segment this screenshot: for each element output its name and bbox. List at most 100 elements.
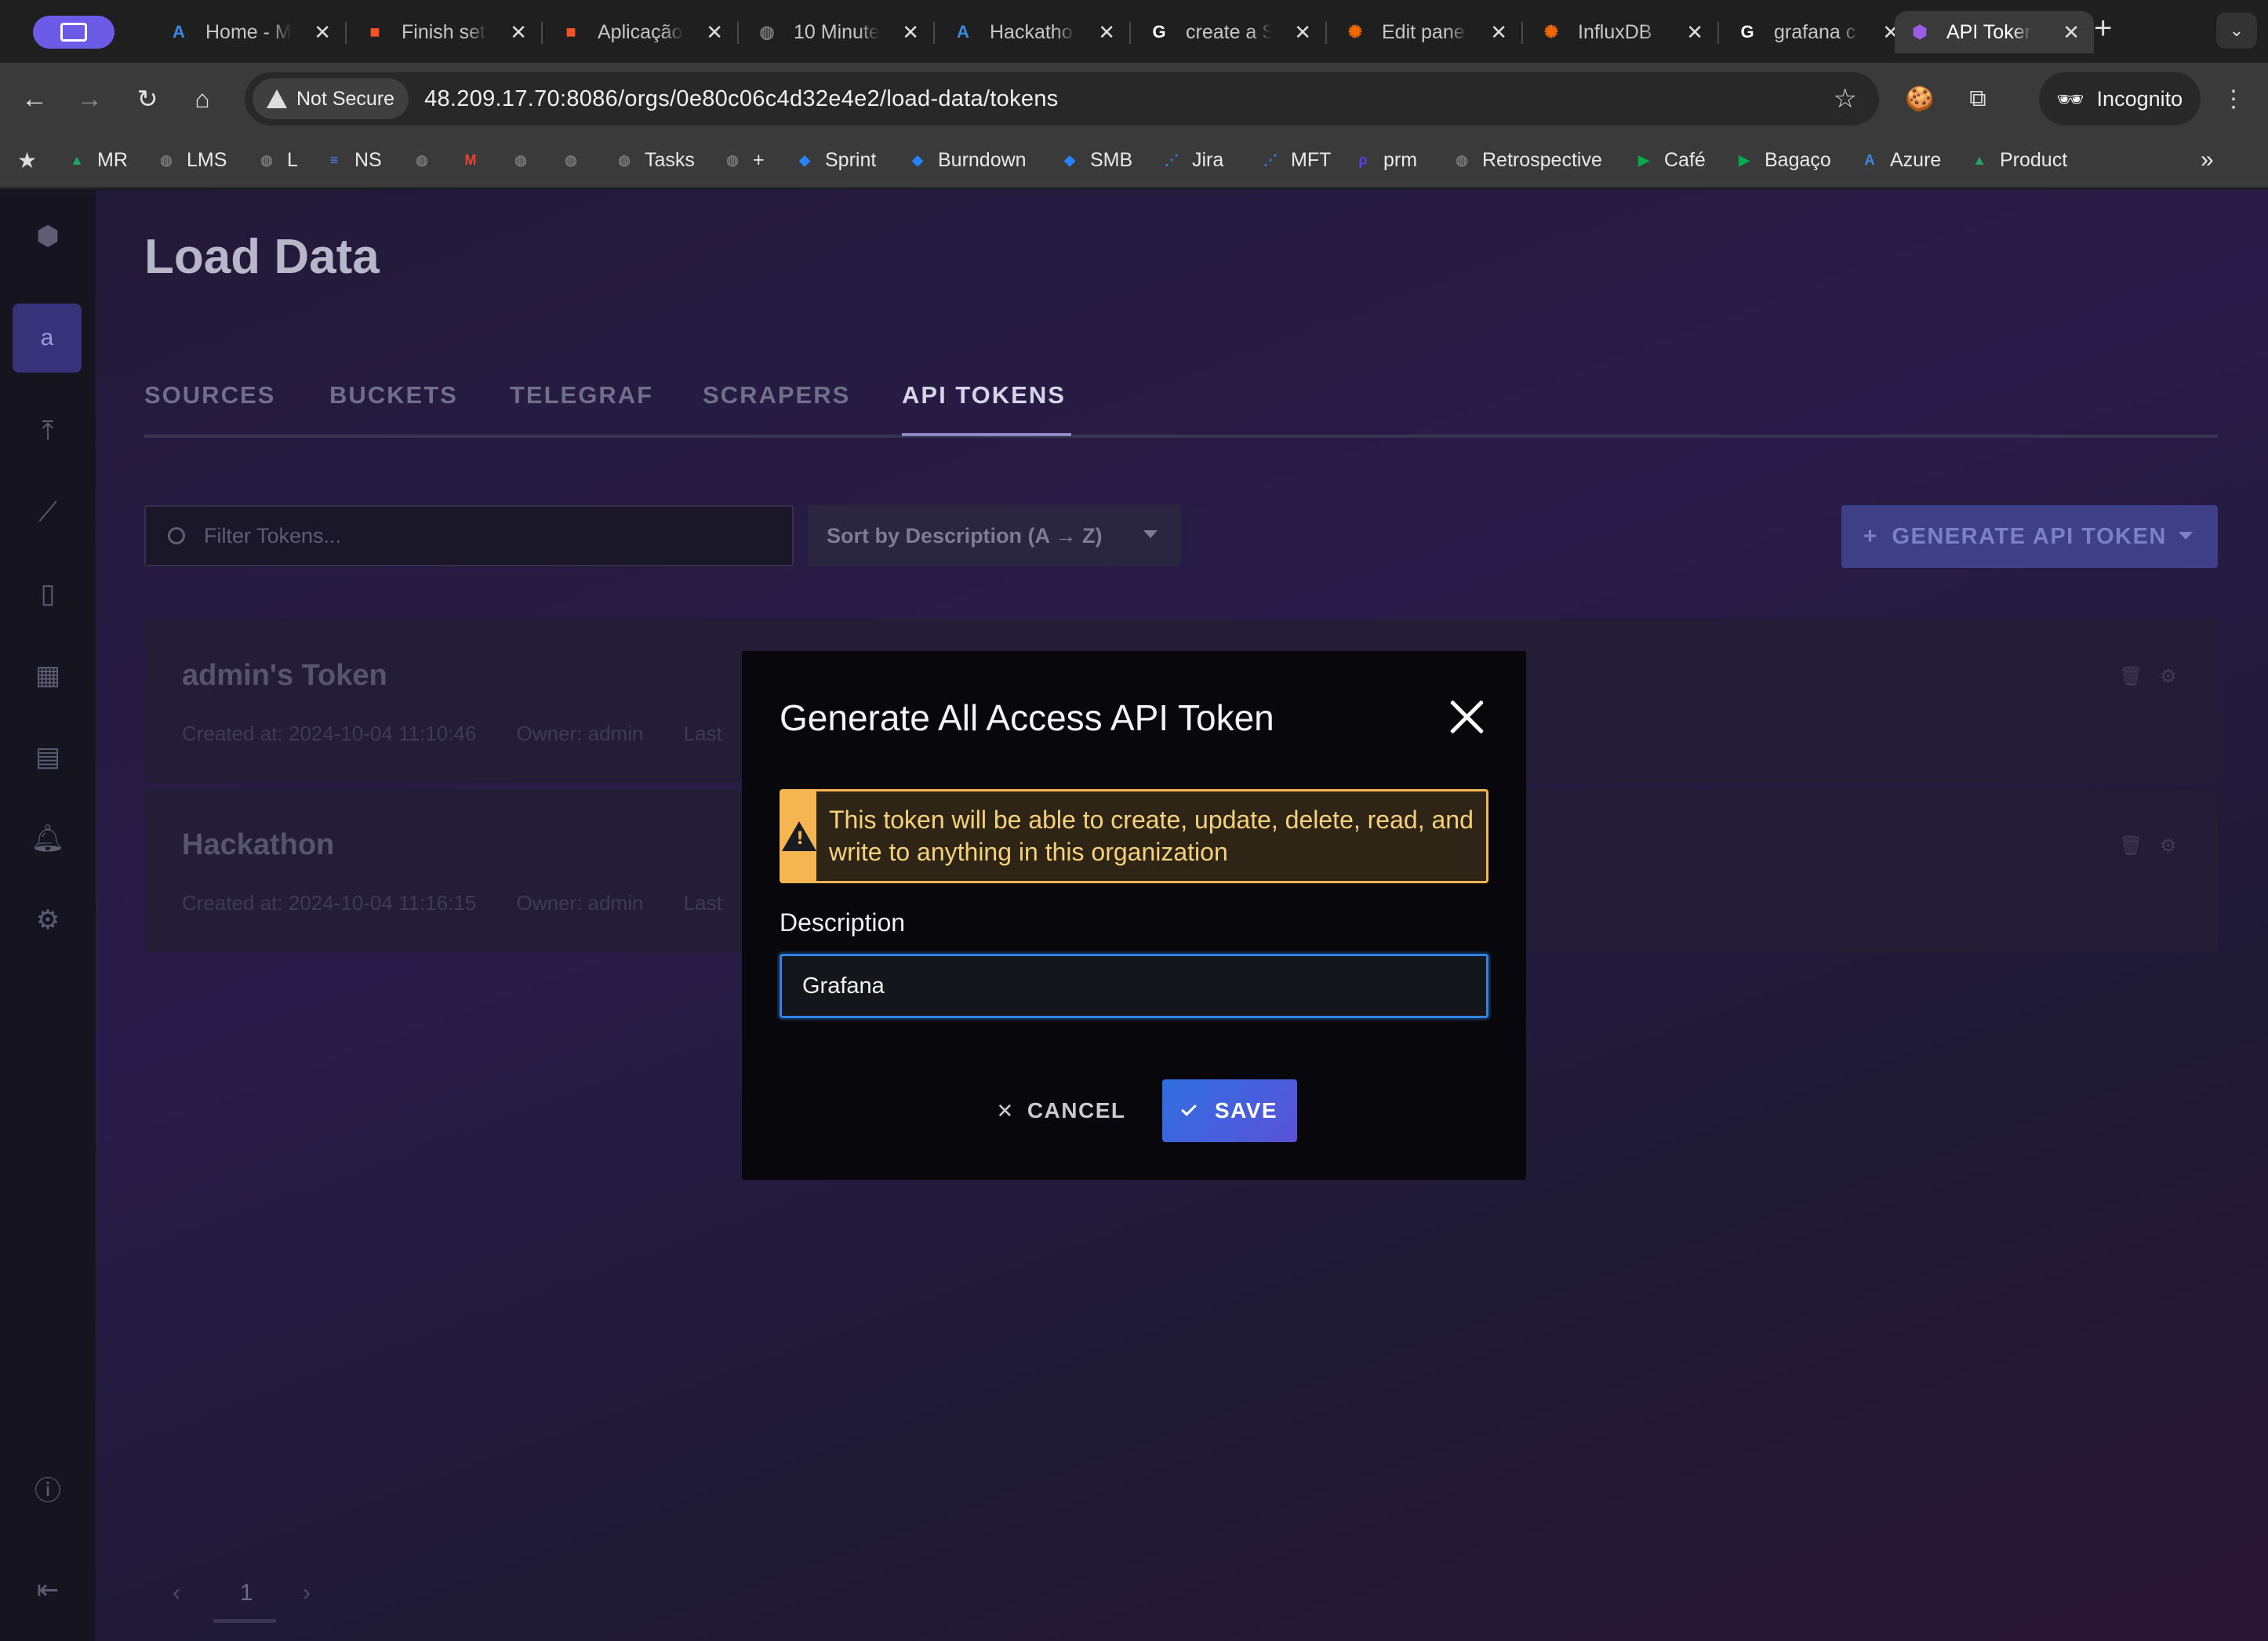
browser-tab[interactable]: A Hackatho ✕	[938, 11, 1129, 53]
cancel-button[interactable]: ✕ CANCEL	[987, 1079, 1136, 1142]
dashboards-icon[interactable]: ▦	[28, 656, 67, 695]
bookmark-item[interactable]: ◍ L	[256, 143, 298, 177]
bookmark-label: L	[287, 148, 298, 171]
save-button[interactable]: SAVE	[1162, 1079, 1297, 1142]
browser-tab[interactable]: ⬢ API Token ✕	[1895, 11, 2094, 53]
page-number[interactable]: 1	[240, 1580, 253, 1606]
close-tab-icon[interactable]: ✕	[2063, 20, 2080, 45]
tabs-divider	[144, 435, 2218, 438]
bookmark-item[interactable]: ▲ MR	[66, 143, 128, 177]
url-text[interactable]: 48.209.17.70:8086/orgs/0e80c06c4d32e4e2/…	[424, 86, 1059, 112]
browser-tab[interactable]: ■ Aplicação ✕	[546, 11, 737, 53]
forward-button[interactable]: →	[72, 82, 107, 116]
bookmark-star-icon[interactable]: ☆	[1834, 83, 1857, 115]
bookmark-item[interactable]: ◍ Tasks	[613, 143, 695, 177]
trash-icon[interactable]: 🗑︎	[2119, 835, 2143, 857]
gear-icon[interactable]: ⚙	[2160, 665, 2179, 687]
close-tab-icon[interactable]: ✕	[902, 20, 919, 45]
bookmark-item[interactable]: ◍ LMS	[155, 143, 227, 177]
token-name[interactable]: Hackathon	[182, 828, 334, 862]
site-info-button[interactable]: Not Secure	[253, 78, 409, 119]
bookmark-item[interactable]: ρ prm	[1352, 143, 1417, 177]
bookmark-item[interactable]: ▶ Café	[1633, 143, 1706, 177]
bookmark-item[interactable]: ◍	[411, 143, 442, 177]
browser-tab[interactable]: ✺ Edit pane ✕	[1330, 11, 1521, 53]
help-icon[interactable]: ⓘ	[28, 1468, 67, 1508]
close-tab-icon[interactable]: ✕	[1294, 20, 1311, 45]
tab-telegraf[interactable]: TELEGRAF	[510, 381, 653, 409]
influx-logo-icon[interactable]: ⬢	[28, 216, 67, 256]
browser-tab[interactable]: ■ Finish set ✕	[350, 11, 541, 53]
close-tab-icon[interactable]: ✕	[1490, 20, 1507, 45]
close-icon[interactable]	[1448, 698, 1485, 736]
org-avatar[interactable]: a	[13, 304, 82, 373]
tab-search-button[interactable]: ⌄	[2216, 13, 2257, 49]
collapse-nav-icon[interactable]: ⇤	[28, 1570, 67, 1610]
extensions-puzzle-icon[interactable]: ⧉	[1961, 82, 1995, 116]
bookmark-item[interactable]: ◆ SMB	[1059, 143, 1132, 177]
incognito-chip[interactable]: 🕶 Incognito	[2039, 72, 2201, 126]
data-explorer-icon[interactable]: ⟋	[28, 493, 67, 532]
close-tab-icon[interactable]: ✕	[510, 20, 527, 45]
bookmark-item[interactable]: ▶ Bagaço	[1733, 143, 1831, 177]
reload-button[interactable]: ↻	[130, 82, 165, 116]
bookmark-star-icon[interactable]: ★	[17, 143, 37, 177]
sort-dropdown[interactable]: Sort by Description (A → Z)	[808, 505, 1181, 566]
close-tab-icon[interactable]: ✕	[1098, 20, 1115, 45]
bookmark-item[interactable]: ⋰ MFT	[1259, 143, 1331, 177]
tasks-calendar-icon[interactable]: ▤	[28, 737, 67, 777]
notebooks-icon[interactable]: ▯	[28, 574, 67, 613]
filter-tokens-input[interactable]: Filter Tokens...	[144, 505, 794, 566]
home-button[interactable]: ⌂	[185, 82, 220, 116]
cookie-extension-icon[interactable]: 🍪	[1903, 82, 1937, 116]
browser-tab[interactable]: A Home - M ✕	[154, 11, 345, 53]
browser-menu-icon[interactable]: ⋮	[2216, 82, 2251, 116]
token-owner: Owner: admin	[516, 891, 644, 915]
generate-api-token-button[interactable]: + GENERATE API TOKEN	[1841, 505, 2218, 568]
globe-icon: ◍	[618, 151, 631, 168]
bookmark-item[interactable]: ◍	[560, 143, 591, 177]
bookmark-item[interactable]: ≡ NS	[323, 143, 382, 177]
description-input[interactable]	[780, 954, 1488, 1018]
tab-scrapers[interactable]: SCRAPERS	[703, 381, 850, 409]
browser-tab[interactable]: ✺ InfluxDB ✕	[1526, 11, 1717, 53]
bookmark-item[interactable]: M	[460, 143, 491, 177]
bookmarks-overflow-icon[interactable]: »	[2201, 143, 2214, 177]
generate-label: GENERATE API TOKEN	[1892, 523, 2167, 549]
new-tab-button[interactable]: +	[2094, 11, 2112, 46]
gear-icon[interactable]: ⚙	[2160, 835, 2179, 857]
tab-api-tokens[interactable]: API TOKENS	[902, 381, 1066, 409]
close-tab-icon[interactable]: ✕	[314, 20, 331, 45]
save-label: SAVE	[1214, 1098, 1278, 1123]
address-bar[interactable]: Not Secure 48.209.17.70:8086/orgs/0e80c0…	[245, 72, 1879, 126]
alerts-bell-icon[interactable]: 🔔︎	[28, 819, 67, 858]
azure-icon: A	[1864, 151, 1875, 168]
browser-tab[interactable]: Ggrafana c ✕	[1722, 11, 1914, 53]
settings-gear-icon[interactable]: ⚙	[28, 901, 67, 940]
upload-icon[interactable]: ⤒	[28, 411, 67, 450]
trash-icon[interactable]: 🗑︎	[2119, 665, 2143, 687]
bookmark-item[interactable]: ⋰ Jira	[1161, 143, 1223, 177]
bookmark-item[interactable]: ◆ Sprint	[794, 143, 876, 177]
tab-groups-button[interactable]	[33, 16, 114, 49]
tab-sources[interactable]: SOURCES	[144, 381, 275, 409]
plus-icon: +	[1863, 523, 1878, 549]
bookmark-item[interactable]: ▲ Product	[1968, 143, 2067, 177]
close-tab-icon[interactable]: ✕	[706, 20, 723, 45]
token-name[interactable]: admin's Token	[182, 659, 387, 693]
prev-page-icon[interactable]: ‹	[173, 1580, 180, 1606]
browser-tab[interactable]: ◍ 10 Minute ✕	[742, 11, 933, 53]
bookmark-item[interactable]: ◆ Burndown	[907, 143, 1027, 177]
back-button[interactable]: ←	[17, 82, 52, 116]
bookmark-item[interactable]: ◍	[510, 143, 541, 177]
browser-tab[interactable]: Gcreate a S ✕	[1134, 11, 1325, 53]
bookmark-item[interactable]: ◍ Retrospective	[1451, 143, 1602, 177]
jira-diamond-icon: ◆	[912, 151, 923, 168]
bookmark-label: Burndown	[938, 148, 1027, 171]
close-tab-icon[interactable]: ✕	[1686, 20, 1703, 45]
tab-buckets[interactable]: BUCKETS	[329, 381, 458, 409]
next-page-icon[interactable]: ›	[303, 1580, 311, 1606]
bookmark-item[interactable]: A Azure	[1859, 143, 1942, 177]
bookmark-label: SMB	[1090, 148, 1133, 171]
bookmark-item[interactable]: ◍ +	[721, 143, 764, 177]
